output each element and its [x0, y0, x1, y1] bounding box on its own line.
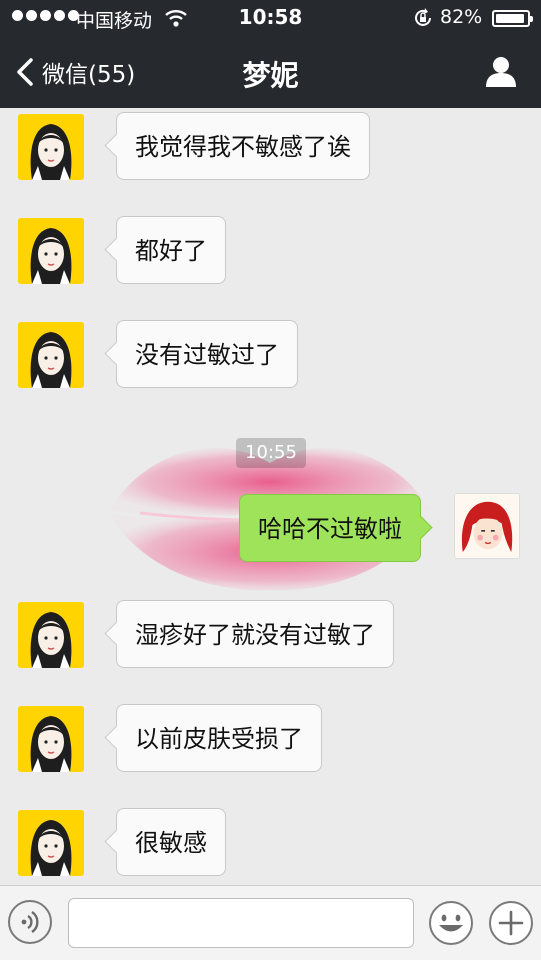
contact-avatar[interactable] [18, 602, 84, 668]
message-input[interactable] [68, 898, 414, 948]
message-bubble-incoming[interactable]: 以前皮肤受损了 [116, 704, 322, 772]
person-icon[interactable] [483, 54, 519, 88]
girl-avatar-icon [18, 602, 84, 668]
battery-icon [492, 10, 533, 27]
girl-avatar-icon [18, 706, 84, 772]
girl-avatar-icon [18, 218, 84, 284]
more-options-button[interactable] [488, 900, 534, 946]
nav-bar: 微信(55) 梦妮 [0, 36, 541, 108]
time-divider: 10:55 [236, 438, 306, 468]
rotation-lock-icon [415, 8, 431, 26]
input-bar [0, 885, 541, 960]
contact-avatar[interactable] [18, 706, 84, 772]
message-bubble-incoming[interactable]: 湿疹好了就没有过敏了 [116, 600, 394, 668]
red-hair-girl-avatar-icon [455, 494, 519, 558]
message-bubble-incoming[interactable]: 没有过敏过了 [116, 320, 298, 388]
status-bar: 中国移动 10:58 82% [0, 0, 541, 36]
top-bar: 中国移动 10:58 82% 微信(55) 梦妮 [0, 0, 541, 108]
contact-avatar[interactable] [18, 218, 84, 284]
contact-avatar[interactable] [18, 322, 84, 388]
contact-avatar[interactable] [18, 114, 84, 180]
girl-avatar-icon [18, 810, 84, 876]
message-bubble-incoming[interactable]: 很敏感 [116, 808, 226, 876]
contact-avatar[interactable] [18, 810, 84, 876]
voice-input-button[interactable] [8, 900, 52, 944]
my-avatar[interactable] [454, 493, 520, 559]
chat-title: 梦妮 [242, 59, 299, 92]
message-bubble-outgoing[interactable]: 哈哈不过敏啦 [239, 494, 421, 562]
girl-avatar-icon [18, 114, 84, 180]
voice-icon [21, 911, 39, 933]
message-bubble-incoming[interactable]: 都好了 [116, 216, 226, 284]
battery-percent: 82% [440, 6, 483, 28]
girl-avatar-icon [18, 322, 84, 388]
chat-area[interactable]: 我觉得我不敏感了诶 都好了 没有过敏过了 10:55 哈哈不过敏啦 湿疹好了就没… [0, 108, 541, 885]
emoji-button[interactable] [428, 900, 474, 946]
message-bubble-incoming[interactable]: 我觉得我不敏感了诶 [116, 112, 370, 180]
